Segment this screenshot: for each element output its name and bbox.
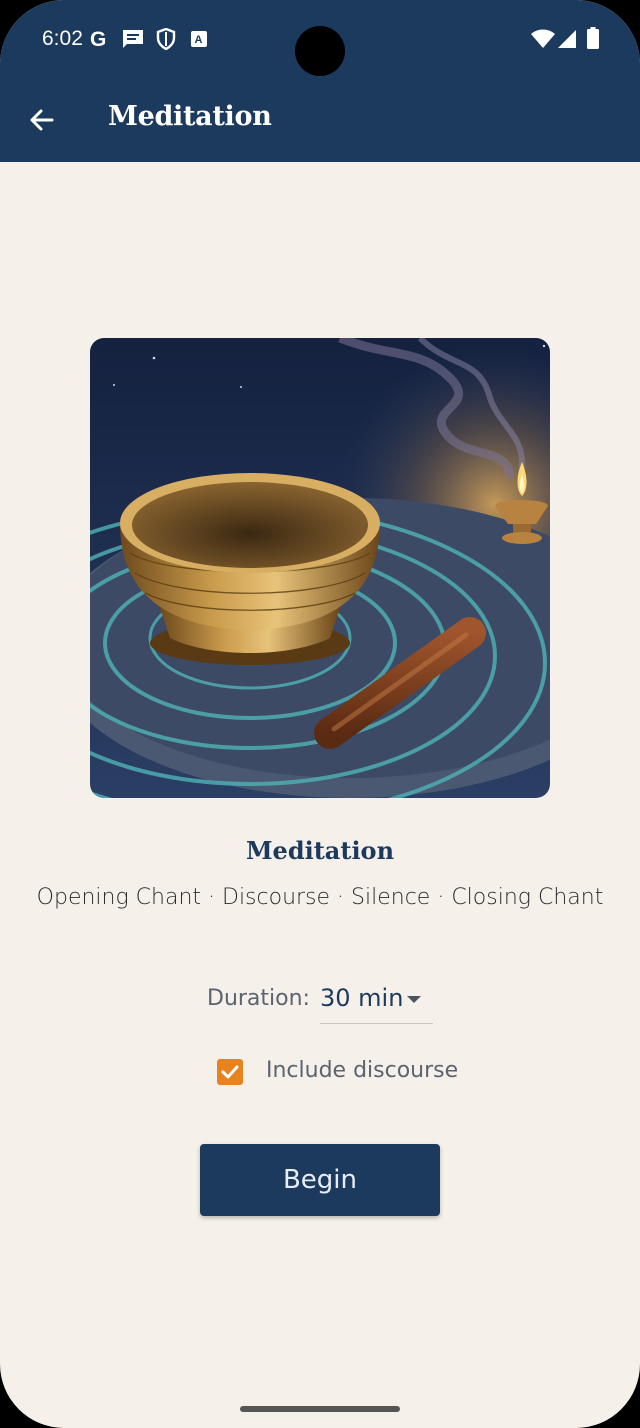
back-arrow-icon[interactable] bbox=[24, 102, 60, 138]
include-discourse-label[interactable]: Include discourse bbox=[266, 1058, 458, 1083]
svg-text:A: A bbox=[195, 34, 203, 46]
home-indicator[interactable] bbox=[240, 1406, 400, 1412]
session-title: Meditation bbox=[245, 836, 395, 865]
wifi-icon bbox=[531, 29, 555, 48]
include-discourse-checkbox[interactable] bbox=[217, 1059, 243, 1085]
duration-dropdown[interactable]: 30 min bbox=[320, 980, 433, 1024]
singing-bowl-illustration bbox=[90, 338, 550, 798]
checkmark-icon bbox=[221, 1065, 239, 1079]
svg-text:G: G bbox=[90, 28, 106, 50]
signal-icon bbox=[558, 30, 576, 48]
app-bar: 6:02 G A Meditation bbox=[0, 0, 640, 162]
session-parts: Opening Chant · Discourse · Silence · Cl… bbox=[36, 885, 604, 910]
duration-value: 30 min bbox=[320, 984, 404, 1012]
battery-icon bbox=[587, 27, 599, 49]
shield-icon bbox=[156, 28, 176, 50]
duration-label: Duration: bbox=[207, 986, 310, 1011]
status-time: 6:02 bbox=[42, 27, 83, 50]
page-title: Meditation bbox=[108, 101, 272, 132]
begin-button[interactable]: Begin bbox=[200, 1144, 440, 1216]
camera-cutout bbox=[295, 26, 345, 76]
message-icon bbox=[123, 30, 143, 48]
google-icon: G bbox=[90, 28, 106, 50]
chevron-down-icon bbox=[407, 996, 421, 1003]
app-screen: 6:02 G A Meditation Meditation Opening C… bbox=[0, 0, 640, 1428]
translate-icon: A bbox=[191, 31, 207, 47]
